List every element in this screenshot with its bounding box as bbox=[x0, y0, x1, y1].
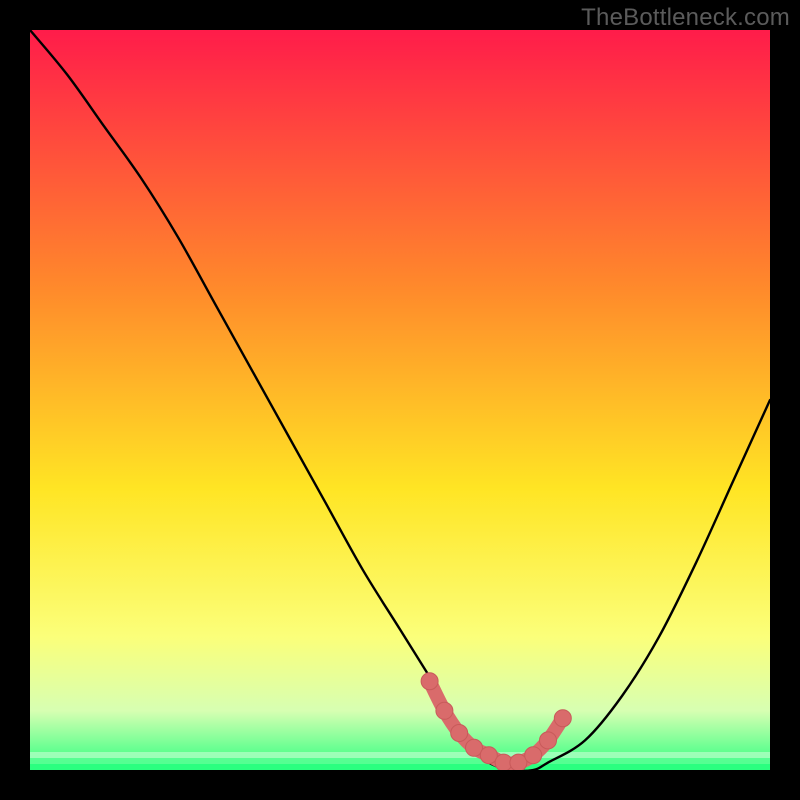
bottom-stripe-1 bbox=[30, 752, 770, 758]
highlight-dot bbox=[421, 673, 438, 690]
highlight-dot bbox=[451, 725, 468, 742]
highlight-dot bbox=[525, 747, 542, 764]
highlight-dot bbox=[554, 710, 571, 727]
chart-frame: TheBottleneck.com bbox=[0, 0, 800, 800]
bottom-stripe-2 bbox=[30, 758, 770, 764]
bottom-stripe-3 bbox=[30, 764, 770, 770]
chart-svg bbox=[30, 30, 770, 770]
highlight-dot bbox=[540, 732, 557, 749]
gradient-background bbox=[30, 30, 770, 770]
highlight-dot bbox=[436, 702, 453, 719]
plot-area bbox=[30, 30, 770, 770]
watermark-text: TheBottleneck.com bbox=[581, 4, 790, 32]
